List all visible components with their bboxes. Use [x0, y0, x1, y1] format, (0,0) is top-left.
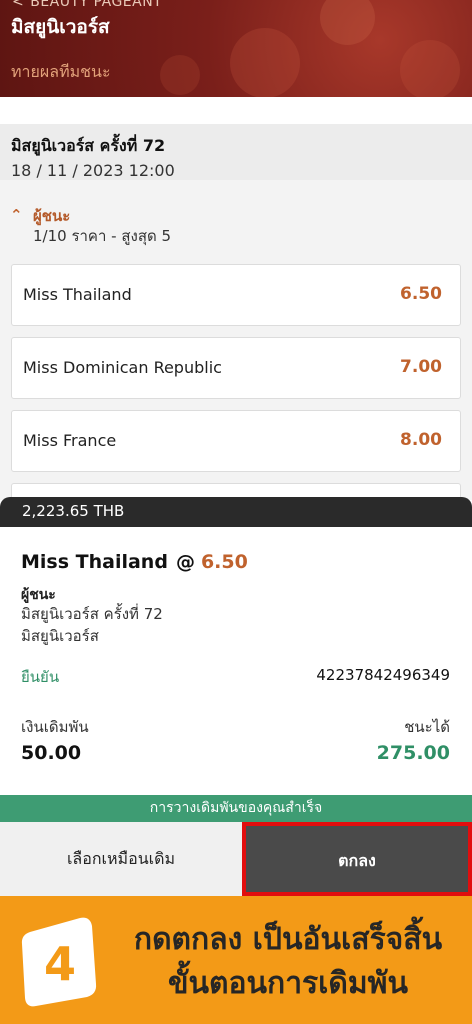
option-name: Miss Dominican Republic [23, 358, 222, 377]
event-header: มิสยูนิเวอร์ส ครั้งที่ 72 18 / 11 / 2023… [0, 124, 472, 180]
instruction-banner: 4 กดตกลง เป็นอันเสร็จสิ้น ขั้นตอนการเดิม… [0, 896, 472, 1024]
instruction-line-2: ขั้นตอนการเดิมพัน [168, 966, 408, 1001]
market-rule: 1/10 ราคา - สูงสุด 5 [33, 227, 172, 245]
reference-number: 42237842496349 [316, 666, 450, 684]
breadcrumb-label: BEAUTY PAGEANT [30, 0, 163, 10]
confirm-status: ยืนยัน [21, 668, 60, 686]
selection-name: Miss Thailand [21, 551, 168, 573]
ok-button[interactable]: ตกลง [242, 822, 472, 896]
instruction-line-1: กดตกลง เป็นอันเสร็จสิ้น [133, 922, 443, 957]
stake-label: เงินเดิมพัน [21, 718, 89, 736]
win-label: ชนะได้ [404, 718, 450, 736]
chevron-up-icon[interactable]: ⌃ [10, 206, 23, 224]
odds-option[interactable]: Miss France 8.00 [11, 410, 461, 472]
decor-ball [320, 0, 375, 45]
reuse-selection-button[interactable]: เลือกเหมือนเดิม [0, 822, 242, 896]
option-price: 6.50 [400, 284, 442, 304]
page-subtitle: ทายผลทีมชนะ [11, 62, 111, 81]
step-number: 4 [44, 937, 76, 991]
at-symbol: @ [175, 551, 195, 573]
option-name: Miss France [23, 431, 117, 450]
odds-option[interactable]: Miss Dominican Republic 7.00 [11, 337, 461, 399]
odds-option[interactable]: Miss Thailand 6.50 [11, 264, 461, 326]
decor-ball [160, 55, 200, 95]
event-datetime: 18 / 11 / 2023 12:00 [11, 161, 175, 180]
back-arrow-icon[interactable]: < [12, 0, 24, 10]
step-badge-icon: 4 [21, 917, 97, 1007]
selection-price: 6.50 [200, 551, 248, 573]
header-banner: < BEAUTY PAGEANT มิสยูนิเวอร์ส ทายผลทีมชน… [0, 0, 472, 97]
slip-event: มิสยูนิเวอร์ส ครั้งที่ 72 [21, 605, 163, 623]
option-price: 7.00 [400, 357, 442, 377]
event-title: มิสยูนิเวอร์ส ครั้งที่ 72 [11, 136, 166, 155]
win-value: 275.00 [376, 742, 450, 764]
slip-category: มิสยูนิเวอร์ส [21, 627, 99, 645]
balance-bar: 2,223.65 THB [0, 497, 472, 527]
stake-value: 50.00 [21, 742, 82, 764]
bet-slip: 2,223.65 THB Miss Thailand @6.50 ผู้ชนะ ม… [0, 497, 472, 795]
selection-line: Miss Thailand @6.50 [21, 551, 248, 573]
option-price: 8.00 [400, 430, 442, 450]
option-name: Miss Thailand [23, 285, 132, 304]
decor-ball [400, 40, 460, 97]
success-message: การวางเดิมพันของคุณสำเร็จ [0, 795, 472, 822]
decor-ball [230, 28, 300, 97]
page-title: มิสยูนิเวอร์ส [11, 16, 110, 38]
balance: 2,223.65 THB [22, 502, 125, 520]
breadcrumb[interactable]: < BEAUTY PAGEANT [12, 0, 162, 10]
